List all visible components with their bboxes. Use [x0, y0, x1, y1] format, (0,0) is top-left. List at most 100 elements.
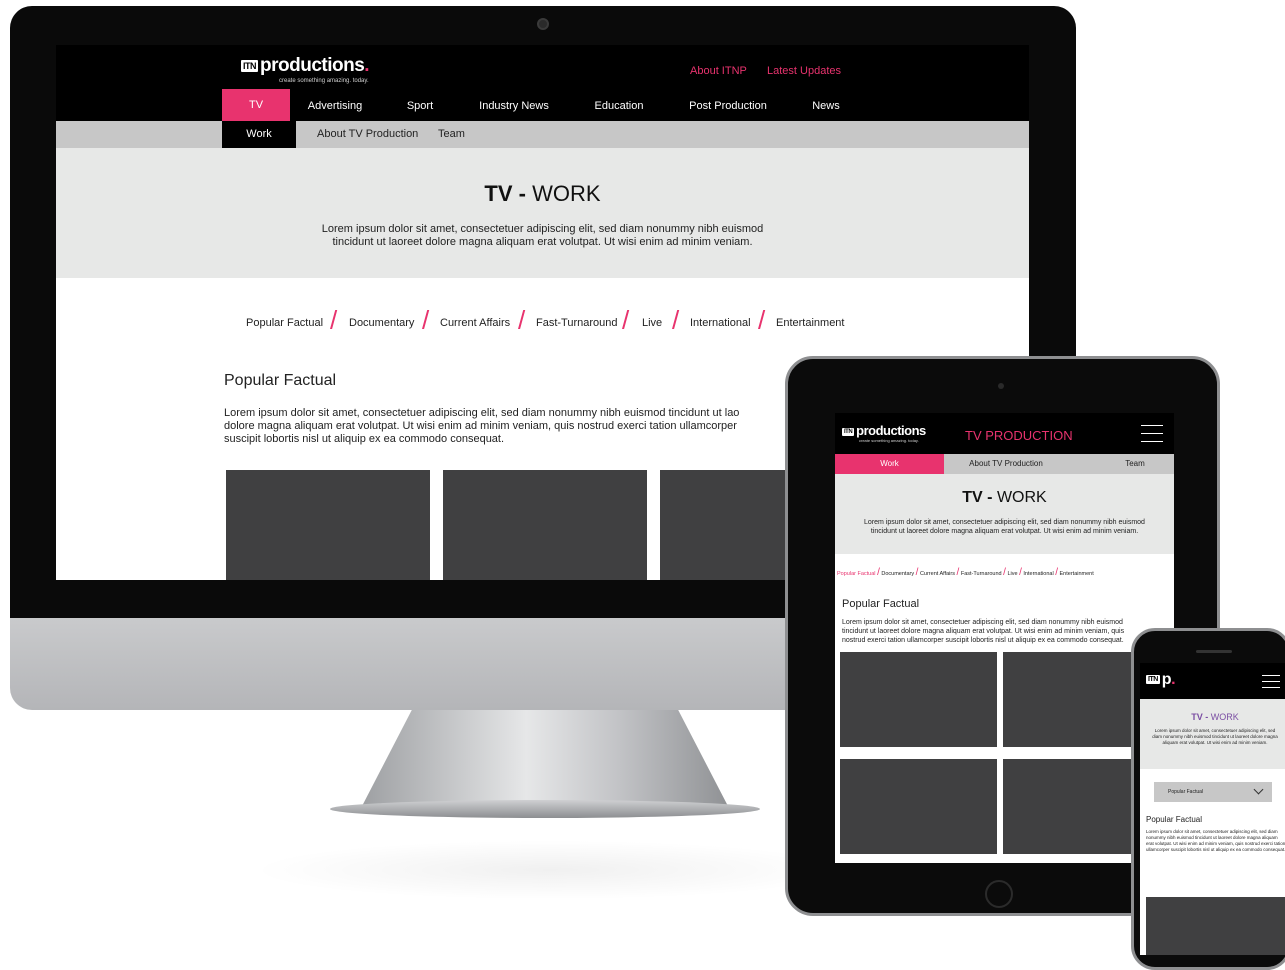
- section-text-line2: dolore magna aliquam erat volutpat. Ut w…: [224, 420, 737, 432]
- tablet-hero: [835, 474, 1174, 554]
- page-title: TV - WORK: [56, 181, 1029, 207]
- tablet-filter-bar: Popular Factual / Documentary / Current …: [837, 567, 1172, 578]
- imac-stand-neck: [360, 710, 730, 810]
- phone-logo[interactable]: ITN p.: [1146, 671, 1176, 689]
- logo-badge: ITN: [241, 59, 258, 72]
- logo-badge: ITN: [842, 427, 855, 436]
- page-title-bold: TV -: [962, 489, 993, 506]
- menu-icon[interactable]: [1262, 675, 1280, 695]
- nav-sport[interactable]: Sport: [394, 89, 446, 121]
- filter-separator: /: [915, 567, 919, 578]
- logo-name: productions: [856, 423, 926, 438]
- logo-badge: ITN: [1146, 675, 1160, 685]
- nav-tv[interactable]: TV: [222, 89, 290, 121]
- filter-international[interactable]: International: [690, 317, 751, 329]
- subnav-work[interactable]: Work: [222, 121, 296, 148]
- menu-icon[interactable]: [1141, 425, 1163, 449]
- logo-name: p: [1161, 671, 1172, 688]
- section-text-line3: nostrud exerci tation ullamcorper suscip…: [842, 637, 1124, 644]
- phone-screen: ITN p. TV - WORK Lorem ipsum dolor sit am…: [1140, 663, 1285, 955]
- section-heading: Popular Factual: [1146, 815, 1203, 824]
- subnav-about-tv-production[interactable]: About TV Production: [944, 454, 1068, 474]
- page-title: TV - WORK: [835, 489, 1174, 507]
- filter-current-affairs[interactable]: Current Affairs: [920, 571, 955, 577]
- hero-text-line2: tincidunt ut laoreet dolore magna aliqua…: [332, 236, 753, 248]
- hero-text-line2: tincidunt ut laoreet dolore magna aliqua…: [870, 528, 1139, 535]
- page-title-rest: WORK: [532, 181, 601, 206]
- desktop-hero: [56, 148, 1029, 278]
- page-title-rest: WORK: [996, 489, 1047, 506]
- section-text-line2: tincidunt ut laoreet dolore magna aliqua…: [842, 628, 1125, 635]
- filter-current-affairs[interactable]: Current Affairs: [440, 317, 510, 329]
- subnav-about-tv-production[interactable]: About TV Production: [317, 121, 418, 148]
- section-text-line3: suscipit lobortis nisl ut aliquip ex ea …: [224, 433, 505, 445]
- page-title-bold: TV -: [484, 181, 526, 206]
- filter-documentary[interactable]: Documentary: [349, 317, 414, 329]
- section-text-line1: Lorem ipsum dolor sit amet, consectetuer…: [224, 407, 740, 419]
- nav-advertising[interactable]: Advertising: [296, 89, 374, 121]
- filter-fast-turnaround[interactable]: Fast-Turnaround: [961, 571, 1002, 577]
- category-select-value: Popular Factual: [1168, 789, 1204, 795]
- filter-entertainment[interactable]: Entertainment: [776, 317, 844, 329]
- filter-separator: /: [1019, 567, 1022, 578]
- subnav-team[interactable]: Team: [1105, 454, 1165, 474]
- work-tile[interactable]: [840, 759, 997, 854]
- filter-separator: /: [518, 305, 526, 335]
- nav-education[interactable]: Education: [584, 89, 654, 121]
- subnav-team[interactable]: Team: [438, 121, 465, 148]
- section-text: Lorem ipsum dolor sit amet, consectetuer…: [1146, 829, 1285, 852]
- logo-dot: .: [364, 55, 370, 76]
- page-title-bold: TV -: [1191, 712, 1209, 722]
- filter-separator: /: [1055, 567, 1058, 578]
- hero-text: Lorem ipsum dolor sit amet, consectetuer…: [1152, 728, 1278, 745]
- work-tile[interactable]: [443, 470, 647, 580]
- speaker-icon: [1196, 650, 1232, 653]
- desktop-subnav: [56, 121, 1029, 148]
- filter-popular-factual[interactable]: Popular Factual: [837, 571, 876, 577]
- hero-text-line1: Lorem ipsum dolor sit amet, consectetuer…: [864, 519, 1145, 526]
- chevron-down-icon: [1253, 784, 1264, 795]
- filter-separator: /: [877, 567, 880, 578]
- filter-separator: /: [758, 305, 766, 335]
- work-tile[interactable]: [840, 652, 997, 747]
- nav-industry-news[interactable]: Industry News: [468, 89, 560, 121]
- filter-live[interactable]: Live: [642, 317, 662, 329]
- section-text-line1: Lorem ipsum dolor sit amet, consectetuer…: [842, 619, 1123, 626]
- filter-separator: /: [672, 305, 680, 335]
- nav-news[interactable]: News: [804, 89, 848, 121]
- logo-tagline: create something amazing. today.: [279, 78, 369, 84]
- link-about-itnp[interactable]: About ITNP: [690, 65, 747, 77]
- filter-fast-turnaround[interactable]: Fast-Turnaround: [536, 317, 618, 329]
- imac-shadow: [250, 840, 850, 900]
- page-title: TV - WORK: [1140, 712, 1285, 722]
- filter-separator: /: [956, 567, 960, 578]
- tablet-logo[interactable]: ITN productions: [842, 423, 926, 438]
- tablet-header-title: TV PRODUCTION: [965, 428, 1073, 443]
- tablet-screen: ITN productions create something amazing.…: [835, 413, 1174, 863]
- nav-post-production[interactable]: Post Production: [678, 89, 778, 121]
- camera-icon: [537, 18, 549, 30]
- filter-separator: /: [330, 305, 338, 335]
- filter-separator: /: [1003, 567, 1006, 578]
- filter-live[interactable]: Live: [1007, 571, 1017, 577]
- work-tile[interactable]: [1146, 897, 1285, 955]
- logo-tagline: create something amazing. today.: [859, 438, 919, 443]
- logo-dot: .: [1171, 671, 1176, 688]
- section-heading: Popular Factual: [224, 372, 337, 389]
- filter-popular-factual[interactable]: Popular Factual: [246, 317, 323, 329]
- section-heading: Popular Factual: [842, 598, 920, 610]
- hero-text-line1: Lorem ipsum dolor sit amet, consectetuer…: [321, 223, 764, 235]
- logo-name: productions: [260, 55, 365, 76]
- work-tile[interactable]: [226, 470, 430, 580]
- imac-stand-base: [330, 800, 760, 818]
- desktop-logo[interactable]: ITN productions.: [241, 55, 370, 77]
- camera-icon: [998, 383, 1004, 389]
- filter-international[interactable]: International: [1023, 571, 1053, 577]
- subnav-work[interactable]: Work: [835, 454, 944, 474]
- page-title-rest: WORK: [1210, 712, 1239, 722]
- filter-documentary[interactable]: Documentary: [881, 571, 914, 577]
- home-button-icon: [985, 880, 1013, 908]
- category-select[interactable]: Popular Factual: [1154, 782, 1272, 802]
- filter-entertainment[interactable]: Entertainment: [1060, 571, 1094, 577]
- link-latest-updates[interactable]: Latest Updates: [767, 65, 841, 77]
